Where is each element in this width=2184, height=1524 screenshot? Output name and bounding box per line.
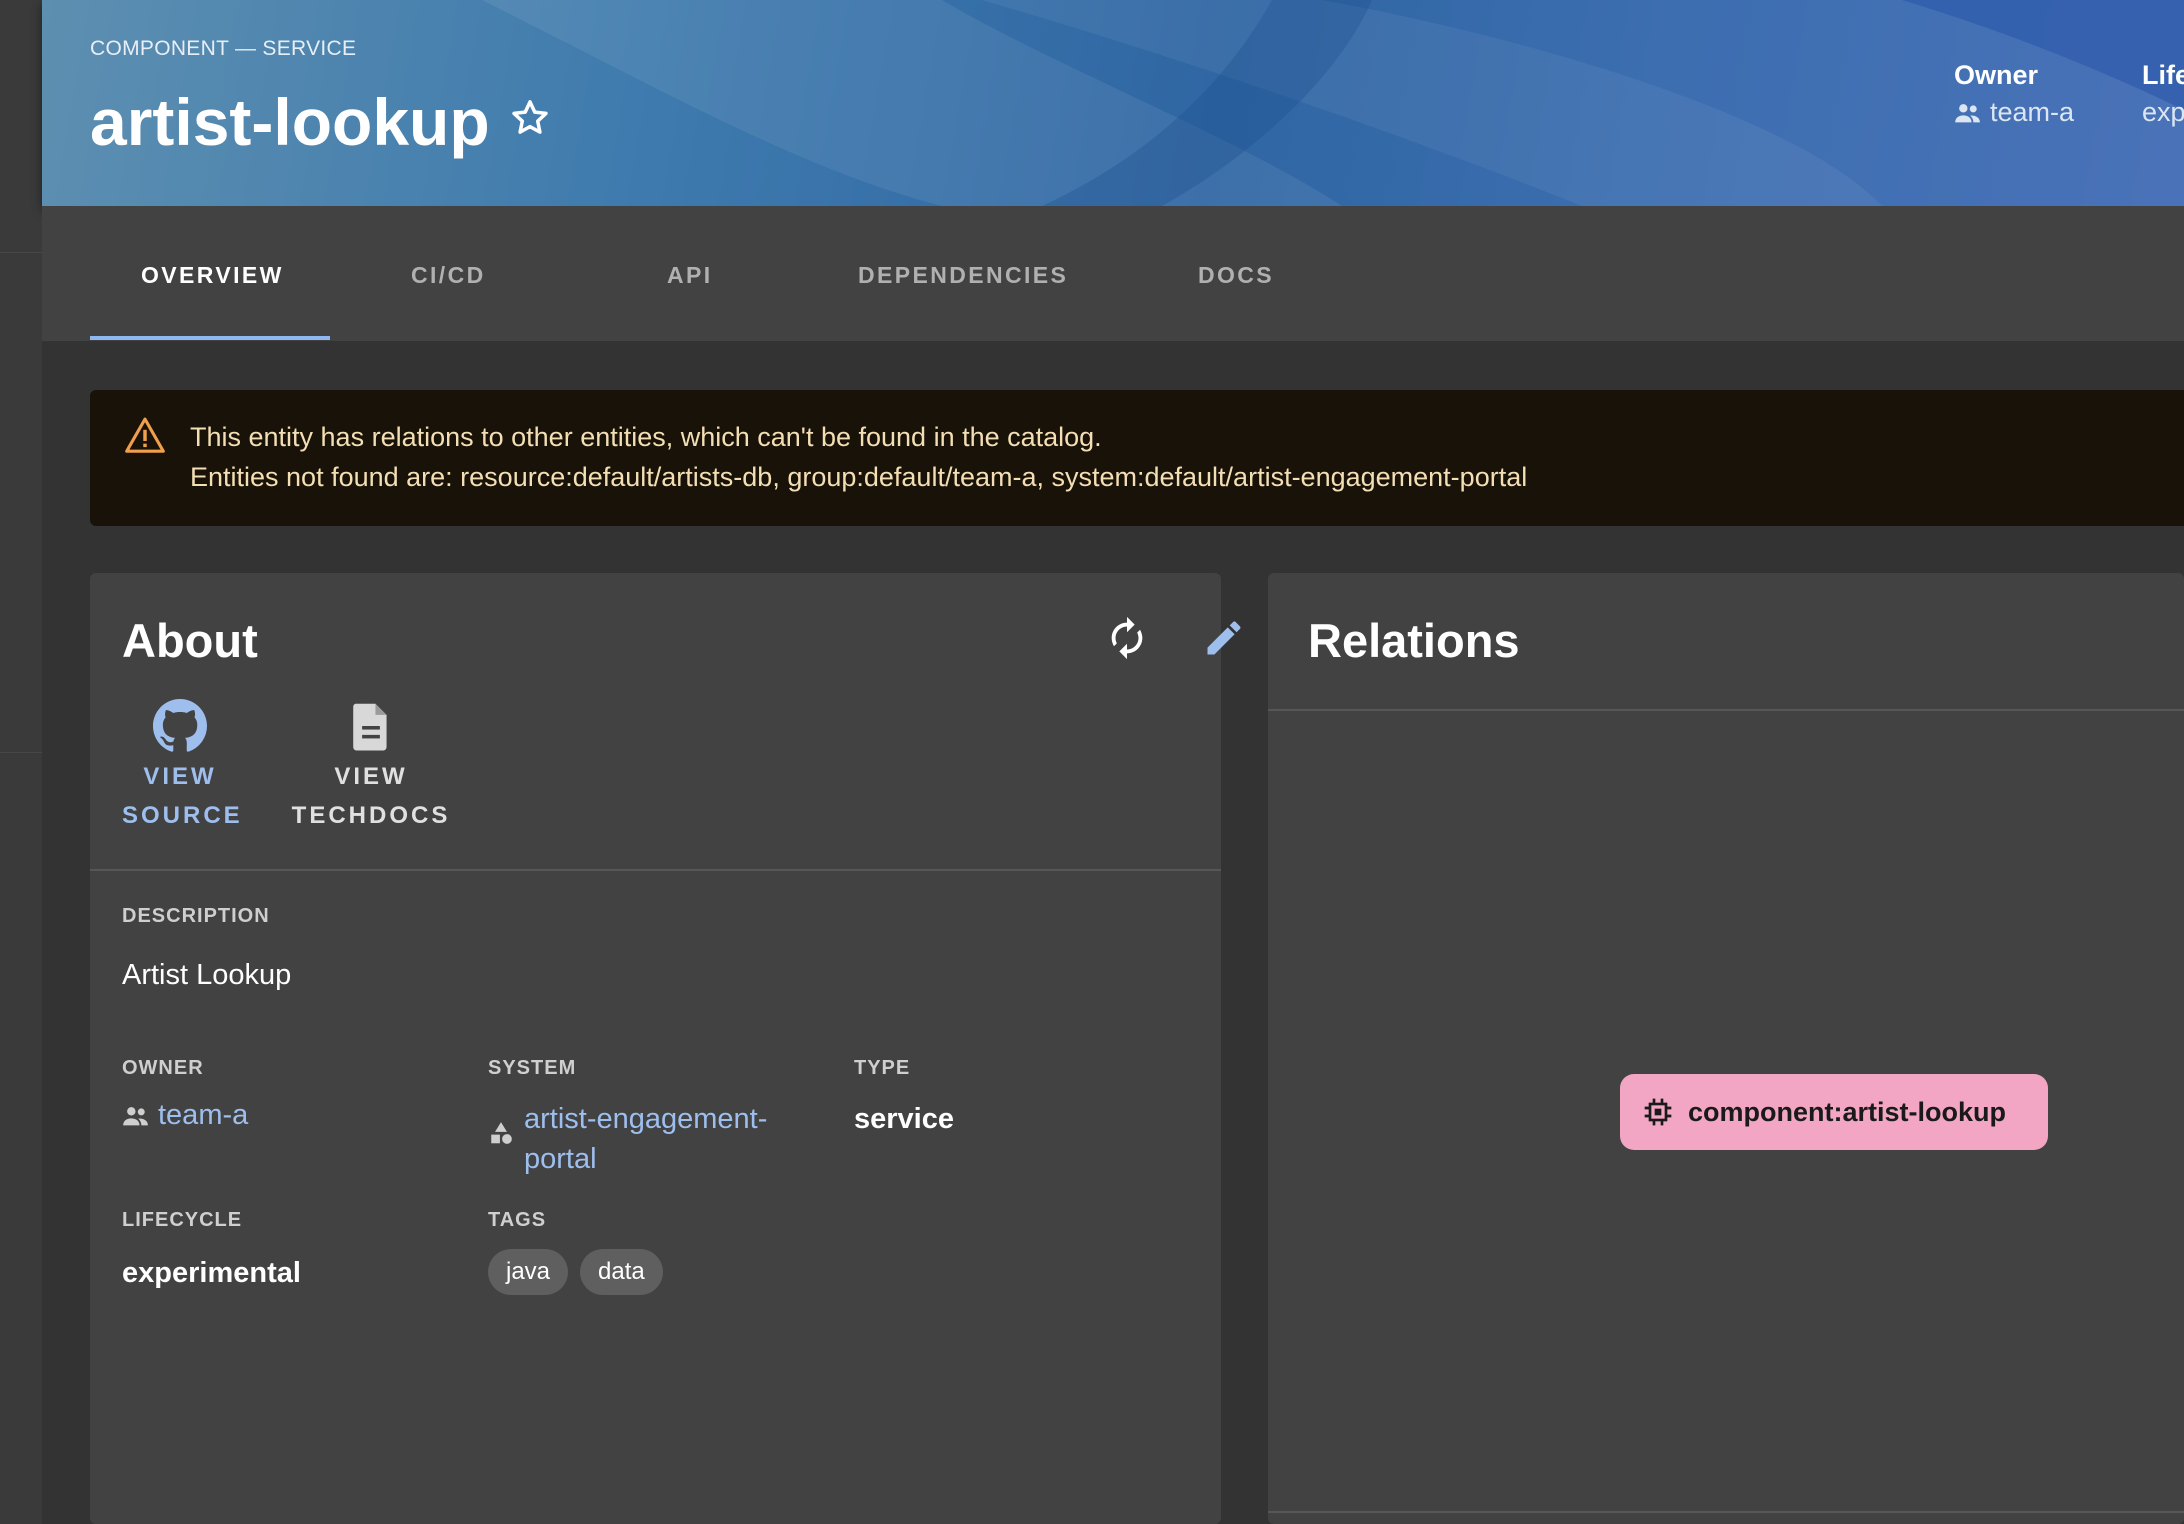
owner-text: team-a (158, 1099, 249, 1131)
active-tab-indicator (90, 336, 330, 340)
group-icon (123, 1106, 148, 1125)
entity-tabs: OVERVIEW CI/CD API DEPENDENCIES DOCS (42, 206, 2184, 341)
tab-api[interactable]: API (667, 262, 713, 289)
description-label: DESCRIPTION (122, 905, 270, 927)
sidebar-divider (0, 252, 42, 253)
view-source-label-line2: SOURCE (122, 802, 243, 829)
sidebar-divider (0, 752, 42, 753)
document-icon (353, 703, 387, 751)
entity-header: COMPONENT — SERVICE artist-lookup Owner … (42, 0, 2184, 206)
tab-overview[interactable]: OVERVIEW (141, 262, 284, 289)
github-icon (153, 699, 207, 752)
left-sidebar (0, 0, 42, 1524)
tags-label: TAGS (488, 1209, 547, 1231)
edit-pencil-icon[interactable] (1199, 613, 1249, 663)
system-text-line1: artist-engagement- (524, 1103, 768, 1135)
view-techdocs-button[interactable]: VIEW TECHDOCS (286, 699, 456, 835)
component-chip-icon (1644, 1098, 1672, 1126)
refresh-icon[interactable] (1102, 613, 1152, 663)
header-owner-label: Owner (1954, 60, 2039, 90)
header-owner: Owner team-a (1954, 60, 2074, 128)
relations-title: Relations (1308, 614, 1520, 667)
warning-icon (125, 417, 165, 453)
warning-missing-entities: Entities not found are: resource:default… (190, 462, 1528, 492)
relation-node-label: component:artist-lookup (1688, 1096, 2006, 1127)
header-owner-text: team-a (1990, 97, 2075, 127)
relations-divider (1268, 709, 2184, 711)
relations-footer-divider (1268, 1511, 2184, 1513)
system-text-line2: portal (524, 1143, 597, 1175)
tab-cicd[interactable]: CI/CD (411, 262, 486, 289)
view-source-label-line1: VIEW (143, 763, 217, 790)
type-label: TYPE (854, 1057, 911, 1079)
view-techdocs-label-line2: TECHDOCS (291, 802, 451, 829)
favorite-star-icon[interactable] (508, 96, 552, 140)
view-techdocs-label-line1: VIEW (334, 763, 408, 790)
about-divider (90, 869, 1221, 871)
description-value: Artist Lookup (122, 959, 292, 991)
about-card: About VIEW SOURCE VIEW TECHDOCS DESCRIPT… (90, 573, 1241, 1524)
entity-breadcrumb: COMPONENT — SERVICE (90, 37, 357, 60)
type-value: service (854, 1103, 954, 1135)
group-icon (1955, 103, 1980, 122)
lifecycle-label: LIFECYCLE (122, 1209, 243, 1231)
tag-chip[interactable]: data (580, 1249, 663, 1295)
header-lifecycle-value: exp (2142, 97, 2184, 127)
system-link[interactable]: artist-engagement- portal (524, 1099, 767, 1179)
owner-label: OWNER (122, 1057, 204, 1079)
about-title: About (122, 614, 258, 667)
owner-link[interactable]: team-a (122, 1099, 248, 1132)
tab-docs[interactable]: DOCS (1198, 262, 1274, 289)
warning-message: This entity has relations to other entit… (190, 422, 1102, 452)
tag-chip[interactable]: java (488, 1249, 569, 1295)
lifecycle-value: experimental (122, 1257, 301, 1289)
missing-relations-warning: This entity has relations to other entit… (90, 390, 2184, 526)
relations-card: Relations (1268, 573, 2184, 1524)
header-owner-value[interactable]: team-a (1954, 97, 2074, 128)
header-lifecycle-label: Life (2142, 60, 2184, 90)
system-label: SYSTEM (488, 1057, 577, 1079)
tab-dependencies[interactable]: DEPENDENCIES (858, 262, 1068, 289)
view-source-button[interactable]: VIEW SOURCE (122, 699, 243, 835)
system-icon (491, 1122, 512, 1144)
page-title: artist-lookup (90, 85, 490, 159)
header-lifecycle: Life exp (2142, 60, 2184, 128)
relation-graph-node[interactable]: component:artist-lookup (1620, 1074, 2048, 1150)
